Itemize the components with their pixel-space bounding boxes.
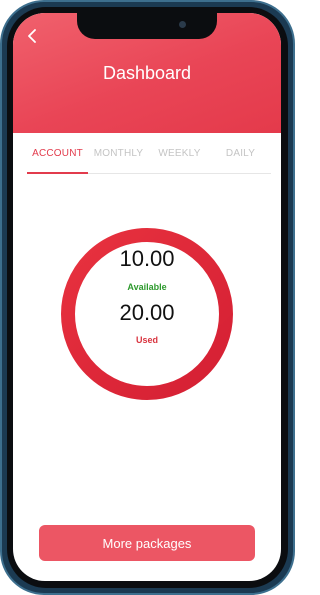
camera-icon: [179, 21, 186, 28]
chevron-left-icon: [28, 29, 36, 43]
tab-monthly[interactable]: MONTHLY: [88, 133, 149, 173]
page-title: Dashboard: [102, 63, 192, 83]
used-value: 20.00: [119, 300, 175, 325]
phone-notch: [77, 13, 217, 39]
used-label: Used: [135, 335, 158, 345]
tab-bar: ACCOUNT MONTHLY WEEKLY DAILY: [27, 133, 271, 174]
more-packages-button[interactable]: More packages: [39, 525, 255, 561]
available-label: Available: [127, 282, 167, 292]
tab-daily[interactable]: DAILY: [210, 133, 271, 173]
available-value: 10.00: [119, 246, 175, 271]
balance-ring: 10.00 Available 20.00 Used: [60, 227, 234, 401]
tab-weekly[interactable]: WEEKLY: [149, 133, 210, 173]
back-button[interactable]: [21, 25, 43, 47]
tab-account[interactable]: ACCOUNT: [27, 133, 88, 174]
app-screen: Dashboard ACCOUNT MONTHLY WEEKLY DAILY 1…: [13, 13, 281, 581]
